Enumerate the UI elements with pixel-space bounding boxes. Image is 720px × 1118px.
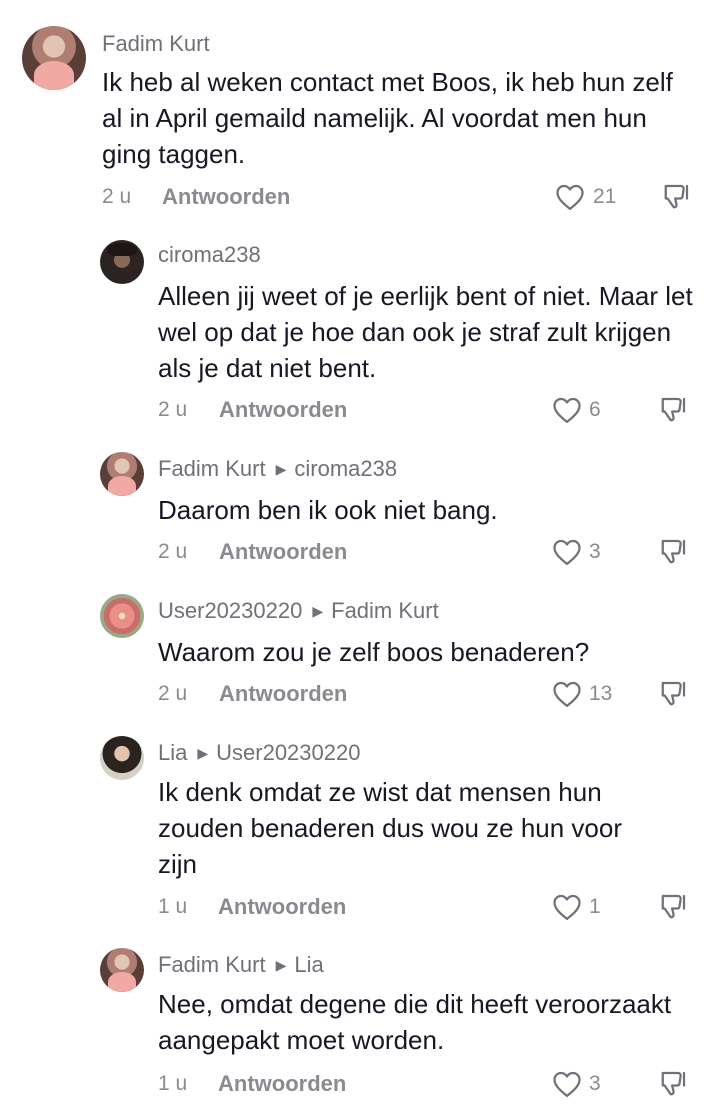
reply-arrow-icon: ▶ <box>312 603 324 619</box>
like-count: 3 <box>589 1072 601 1095</box>
heart-icon[interactable] <box>552 893 582 921</box>
comment-text: Nee, omdat degene die dit heeft veroorza… <box>158 989 672 1055</box>
thumbs-down-icon[interactable] <box>659 891 689 921</box>
reply-button[interactable]: Antwoorden <box>218 1071 346 1097</box>
avatar[interactable] <box>100 452 144 496</box>
reply-to-name[interactable]: User20230220 <box>216 740 360 765</box>
comment-text: Ik heb al weken contact met Boos, ik heb… <box>102 67 673 169</box>
reply-item: Fadim Kurt ▶ Lia Nee, omdat degene die dit… <box>0 938 720 1118</box>
comment-time: 1 u <box>158 895 188 918</box>
like-count: 1 <box>589 895 601 918</box>
thumbs-down-icon[interactable] <box>659 678 689 708</box>
heart-icon[interactable] <box>552 538 582 566</box>
comment-text: Alleen jij weet of je eerlijk bent of ni… <box>158 281 693 383</box>
comment-author[interactable]: ciroma238 <box>158 242 261 268</box>
reply-button[interactable]: Antwoorden <box>219 539 347 565</box>
author-name[interactable]: User20230220 <box>158 598 302 623</box>
reply-button[interactable]: Antwoorden <box>218 894 346 920</box>
reply-item: Lia ▶ User20230220 Ik denk omdat ze wist d… <box>0 726 720 938</box>
author-name[interactable]: Fadim Kurt <box>102 31 210 56</box>
reply-button[interactable]: Antwoorden <box>219 681 347 707</box>
comment-time: 2 u <box>158 398 188 421</box>
reply-item: ciroma238 Alleen jij weet of je eerlijk … <box>0 230 720 442</box>
like-count: 13 <box>589 682 613 705</box>
avatar[interactable] <box>100 948 144 992</box>
comment-author[interactable]: Fadim Kurt ▶ ciroma238 <box>158 456 397 482</box>
thumbs-down-icon[interactable] <box>659 1068 689 1098</box>
like-count: 3 <box>589 540 601 563</box>
comment-item: Fadim Kurt Ik heb al weken contact met B… <box>0 0 720 230</box>
comment-text: Daarom ben ik ook niet bang. <box>158 495 498 525</box>
avatar[interactable] <box>22 26 86 90</box>
reply-item: Fadim Kurt ▶ ciroma238 Daarom ben ik ook n… <box>0 442 720 584</box>
author-name[interactable]: ciroma238 <box>158 242 261 267</box>
reply-to-name[interactable]: Fadim Kurt <box>331 598 439 623</box>
comment-author[interactable]: User20230220 ▶ Fadim Kurt <box>158 598 439 624</box>
author-name[interactable]: Lia <box>158 740 187 765</box>
author-name[interactable]: Fadim Kurt <box>158 952 266 977</box>
thumbs-down-icon[interactable] <box>662 181 692 211</box>
reply-to-name[interactable]: ciroma238 <box>294 456 397 481</box>
reply-arrow-icon: ▶ <box>275 957 287 973</box>
like-count: 21 <box>593 185 617 208</box>
comment-time: 1 u <box>158 1072 188 1095</box>
reply-arrow-icon: ▶ <box>275 461 287 477</box>
avatar[interactable] <box>100 736 144 780</box>
reply-to-name[interactable]: Lia <box>294 952 323 977</box>
heart-icon[interactable] <box>555 183 585 211</box>
avatar[interactable] <box>100 594 144 638</box>
comment-text: Ik denk omdat ze wist dat mensen hun zou… <box>158 777 623 879</box>
heart-icon[interactable] <box>552 1070 582 1098</box>
heart-icon[interactable] <box>552 680 582 708</box>
reply-button[interactable]: Antwoorden <box>162 184 290 210</box>
like-count: 6 <box>589 398 601 421</box>
avatar[interactable] <box>100 240 144 284</box>
thumbs-down-icon[interactable] <box>659 394 689 424</box>
comment-text: Waarom zou je zelf boos benaderen? <box>158 637 590 667</box>
comment-time: 2 u <box>158 540 188 563</box>
comment-author[interactable]: Fadim Kurt <box>102 31 210 57</box>
comment-author[interactable]: Lia ▶ User20230220 <box>158 740 360 766</box>
comment-time: 2 u <box>158 682 188 705</box>
author-name[interactable]: Fadim Kurt <box>158 456 266 481</box>
heart-icon[interactable] <box>552 396 582 424</box>
comment-time: 2 u <box>102 185 132 208</box>
reply-item: User20230220 ▶ Fadim Kurt Waarom zou je ze… <box>0 584 720 726</box>
reply-arrow-icon: ▶ <box>197 745 209 761</box>
reply-button[interactable]: Antwoorden <box>219 397 347 423</box>
comment-author[interactable]: Fadim Kurt ▶ Lia <box>158 952 324 978</box>
thumbs-down-icon[interactable] <box>659 536 689 566</box>
